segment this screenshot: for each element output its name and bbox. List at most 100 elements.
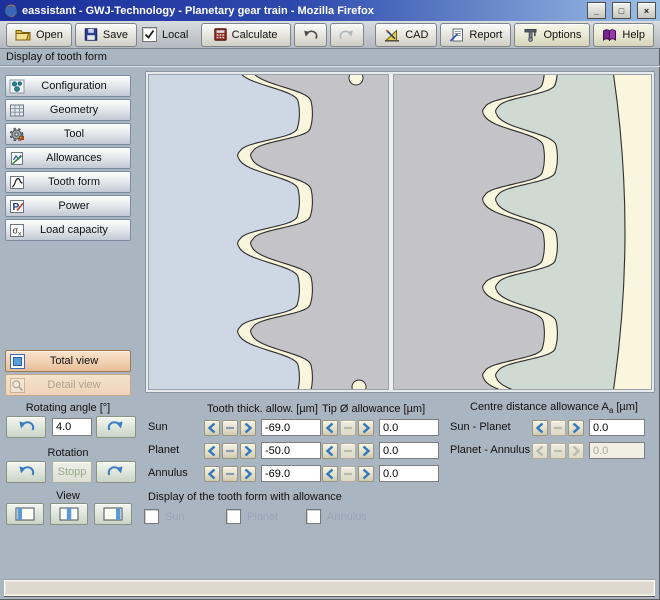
sun-tip-spinner <box>322 419 439 436</box>
minimize-button[interactable]: _ <box>587 2 606 19</box>
reset-button[interactable] <box>340 466 356 482</box>
local-label: Local <box>162 29 188 41</box>
allowance-checkbox-sun: Sun <box>144 509 185 524</box>
rotating-angle-input[interactable] <box>52 418 92 436</box>
view-label: View <box>5 490 131 502</box>
geometry-icon <box>6 103 28 118</box>
rotation-stop-button[interactable]: Stopp <box>52 461 92 483</box>
local-checkbox[interactable] <box>142 27 157 42</box>
save-button[interactable]: Save <box>75 23 137 47</box>
sun-planet-mesh-view <box>148 74 389 390</box>
redo-button[interactable] <box>330 23 364 47</box>
annulus-tooth-thick-input[interactable] <box>261 465 321 482</box>
sun-tip-input[interactable] <box>379 419 439 436</box>
sun-tooth-thick-input[interactable] <box>261 419 321 436</box>
reset-button[interactable] <box>222 420 238 436</box>
reset-button[interactable] <box>340 420 356 436</box>
sidebar-item-load-capacity[interactable]: σx Load capacity <box>5 219 131 241</box>
view-center-button[interactable] <box>50 503 88 525</box>
view-left-button[interactable] <box>6 503 44 525</box>
reset-button[interactable] <box>222 443 238 459</box>
sidebar-item-geometry[interactable]: Geometry <box>5 99 131 121</box>
sun-planet-centre-spinner <box>532 419 645 436</box>
reset-button[interactable] <box>340 443 356 459</box>
planet-checkbox[interactable] <box>226 509 241 524</box>
report-button[interactable]: Report <box>440 23 511 47</box>
decrease-button[interactable] <box>204 420 220 436</box>
view-right-button[interactable] <box>94 503 132 525</box>
annulus-tooth-thick-spinner <box>204 465 321 482</box>
sidebar-item-tool[interactable]: Tool <box>5 123 131 145</box>
total-view-icon <box>6 354 28 369</box>
report-document-icon <box>449 28 464 42</box>
sidebar-item-allowances[interactable]: Allowances <box>5 147 131 169</box>
page-title: Display of tooth form <box>6 51 107 63</box>
local-checkbox-group: Local <box>142 27 188 42</box>
decrease-button[interactable] <box>532 420 548 436</box>
detail-view-button[interactable]: Detail view <box>5 374 131 396</box>
decrease-button[interactable] <box>322 420 338 436</box>
decrease-button[interactable] <box>322 466 338 482</box>
increase-button[interactable] <box>240 466 256 482</box>
decrease-button[interactable] <box>204 466 220 482</box>
tooth-form-icon <box>6 175 28 190</box>
close-button[interactable]: × <box>637 2 656 19</box>
total-view-button[interactable]: Total view <box>5 350 131 372</box>
display-allowance-label: Display of the tooth form with allowance <box>148 491 342 503</box>
increase-button[interactable] <box>358 466 374 482</box>
configuration-icon <box>6 79 28 94</box>
annulus-checkbox[interactable] <box>306 509 321 524</box>
cad-drafting-icon <box>384 28 400 42</box>
rotation-cw-button[interactable] <box>96 461 136 483</box>
allowances-icon <box>6 151 28 166</box>
decrease-button[interactable] <box>532 443 548 459</box>
increase-button[interactable] <box>568 443 584 459</box>
save-floppy-icon <box>84 28 98 41</box>
svg-text:P: P <box>13 202 20 213</box>
increase-button[interactable] <box>358 420 374 436</box>
planet-tip-input[interactable] <box>379 442 439 459</box>
annulus-tip-input[interactable] <box>379 465 439 482</box>
row-label-planet: Planet <box>148 444 179 456</box>
view-right-icon <box>103 507 123 521</box>
rotate-cw-step-button[interactable] <box>96 416 136 438</box>
increase-button[interactable] <box>568 420 584 436</box>
options-button[interactable]: Options <box>514 23 590 47</box>
allowance-checkbox-planet: Planet <box>226 509 278 524</box>
sun-tooth-thick-spinner <box>204 419 321 436</box>
help-book-icon <box>602 28 617 41</box>
sidebar-item-power[interactable]: P Power <box>5 195 131 217</box>
reset-button[interactable] <box>550 443 566 459</box>
increase-button[interactable] <box>240 420 256 436</box>
sun-planet-centre-input[interactable] <box>589 419 645 436</box>
reset-button[interactable] <box>222 466 238 482</box>
centre-row-label-planet-annulus: Planet - Annulus <box>450 444 530 456</box>
undo-button[interactable] <box>294 23 328 47</box>
open-button[interactable]: Open <box>6 23 72 47</box>
sidebar-item-tooth-form[interactable]: Tooth form <box>5 171 131 193</box>
maximize-button[interactable]: □ <box>612 2 631 19</box>
load-capacity-icon: σx <box>6 223 28 238</box>
cad-button[interactable]: CAD <box>375 23 437 47</box>
rotate-ccw-icon <box>17 465 35 479</box>
rotate-ccw-step-button[interactable] <box>6 416 46 438</box>
increase-button[interactable] <box>240 443 256 459</box>
redo-arrow-icon <box>339 29 355 41</box>
sidebar-item-configuration[interactable]: Configuration <box>5 75 131 97</box>
rotate-cw-icon <box>107 420 125 434</box>
rotation-ccw-button[interactable] <box>6 461 46 483</box>
increase-button[interactable] <box>358 443 374 459</box>
help-button[interactable]: Help <box>593 23 654 47</box>
centre-row-label-sun-planet: Sun - Planet <box>450 421 511 433</box>
decrease-button[interactable] <box>204 443 220 459</box>
reset-button[interactable] <box>550 420 566 436</box>
planet-tooth-thick-input[interactable] <box>261 442 321 459</box>
allowance-checkbox-annulus: Annulus <box>306 509 367 524</box>
calculator-icon <box>214 28 227 41</box>
decrease-button[interactable] <box>322 443 338 459</box>
view-center-icon <box>59 507 79 521</box>
calculate-button[interactable]: Calculate <box>201 23 291 47</box>
sun-checkbox[interactable] <box>144 509 159 524</box>
power-icon: P <box>6 199 28 214</box>
open-folder-icon <box>15 28 31 41</box>
